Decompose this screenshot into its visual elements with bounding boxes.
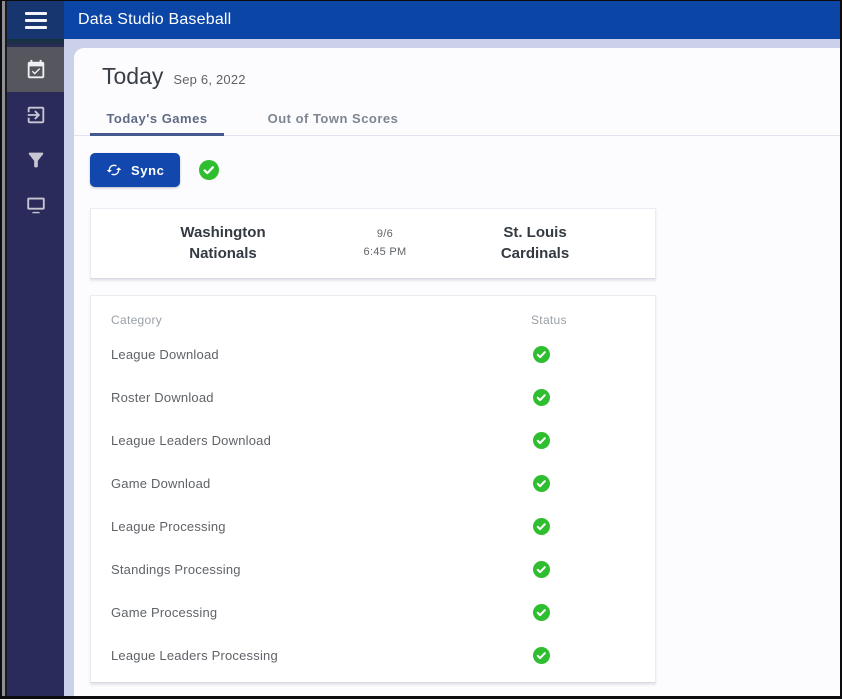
main-content: Today Sep 6, 2022 Today's Games Out of T… bbox=[74, 48, 840, 696]
sync-status-card: Category Status League Download Roster D… bbox=[90, 295, 656, 683]
sidebar-item-filter[interactable] bbox=[7, 137, 64, 182]
game-date: 9/6 bbox=[376, 227, 394, 240]
category-label: Game Download bbox=[111, 476, 211, 491]
category-label: Standings Processing bbox=[111, 562, 241, 577]
tab-out-of-town-scores[interactable]: Out of Town Scores bbox=[244, 103, 422, 136]
category-label: League Leaders Download bbox=[111, 433, 271, 448]
file-import-icon bbox=[27, 106, 44, 123]
menu-button[interactable] bbox=[7, 1, 64, 39]
category-label: League Download bbox=[111, 347, 219, 362]
status-cell bbox=[531, 475, 655, 492]
success-check-icon bbox=[533, 561, 550, 578]
page-title: Today bbox=[102, 63, 164, 89]
tab-todays-games[interactable]: Today's Games bbox=[90, 103, 224, 136]
success-check-icon bbox=[533, 518, 550, 535]
hamburger-icon bbox=[24, 11, 47, 29]
success-check-icon bbox=[533, 647, 550, 664]
table-row: Roster Download bbox=[91, 376, 655, 419]
filter-icon bbox=[28, 152, 43, 167]
sync-row: Sync bbox=[90, 153, 840, 187]
success-check-icon bbox=[533, 475, 550, 492]
status-table-body: League Download Roster Download League L… bbox=[91, 333, 655, 677]
category-label: League Leaders Processing bbox=[111, 648, 278, 663]
table-row: Game Processing bbox=[91, 591, 655, 634]
table-row: League Leaders Download bbox=[91, 419, 655, 462]
app-root: Data Studio Baseball Today Sep 6, 2022 T… bbox=[7, 1, 840, 696]
category-column-header: Category bbox=[111, 313, 163, 327]
sync-button[interactable]: Sync bbox=[90, 153, 181, 187]
status-column-header: Status bbox=[531, 313, 567, 327]
sidebar-item-import[interactable] bbox=[7, 92, 64, 137]
monitor-icon bbox=[26, 197, 45, 213]
status-cell bbox=[531, 389, 655, 406]
game-datetime: 9/6 6:45 PM bbox=[355, 226, 415, 261]
app-header: Data Studio Baseball bbox=[7, 1, 840, 39]
sidebar-item-display[interactable] bbox=[7, 182, 64, 227]
refresh-icon bbox=[106, 164, 122, 176]
status-cell bbox=[531, 604, 655, 621]
status-cell bbox=[531, 346, 655, 363]
page-header: Today Sep 6, 2022 bbox=[74, 48, 840, 90]
status-cell bbox=[531, 518, 655, 535]
app-window: Data Studio Baseball Today Sep 6, 2022 T… bbox=[2, 1, 840, 696]
table-row: Standings Processing bbox=[91, 548, 655, 591]
sync-button-label: Sync bbox=[131, 162, 165, 178]
game-card[interactable]: Washington Nationals 9/6 6:45 PM St. Lou… bbox=[90, 208, 656, 279]
table-row: League Processing bbox=[91, 505, 655, 548]
home-team-name: St. Louis Cardinals bbox=[500, 224, 570, 262]
status-table-header: Category Status bbox=[91, 296, 655, 333]
page-date: Sep 6, 2022 bbox=[173, 72, 246, 87]
success-check-icon bbox=[533, 432, 550, 449]
success-check-icon bbox=[533, 346, 550, 363]
sidebar-nav bbox=[7, 39, 64, 696]
app-title: Data Studio Baseball bbox=[78, 11, 232, 28]
sidebar-item-today-games[interactable] bbox=[7, 47, 64, 92]
success-check-icon bbox=[533, 389, 550, 406]
category-label: Roster Download bbox=[111, 390, 214, 405]
table-row: League Leaders Processing bbox=[91, 634, 655, 677]
category-label: Game Processing bbox=[111, 605, 218, 620]
table-row: League Download bbox=[91, 333, 655, 376]
status-cell bbox=[531, 647, 655, 664]
status-cell bbox=[531, 561, 655, 578]
table-row: Game Download bbox=[91, 462, 655, 505]
category-label: League Processing bbox=[111, 519, 226, 534]
sync-success-check-icon bbox=[199, 160, 220, 180]
tab-bar: Today's Games Out of Town Scores bbox=[74, 103, 840, 136]
game-time: 6:45 PM bbox=[363, 245, 407, 258]
success-check-icon bbox=[533, 604, 550, 621]
away-team-name: Washington Nationals bbox=[180, 224, 266, 262]
status-cell bbox=[531, 432, 655, 449]
sidebar-top-strip bbox=[7, 39, 64, 47]
calendar-check-icon bbox=[27, 59, 44, 78]
